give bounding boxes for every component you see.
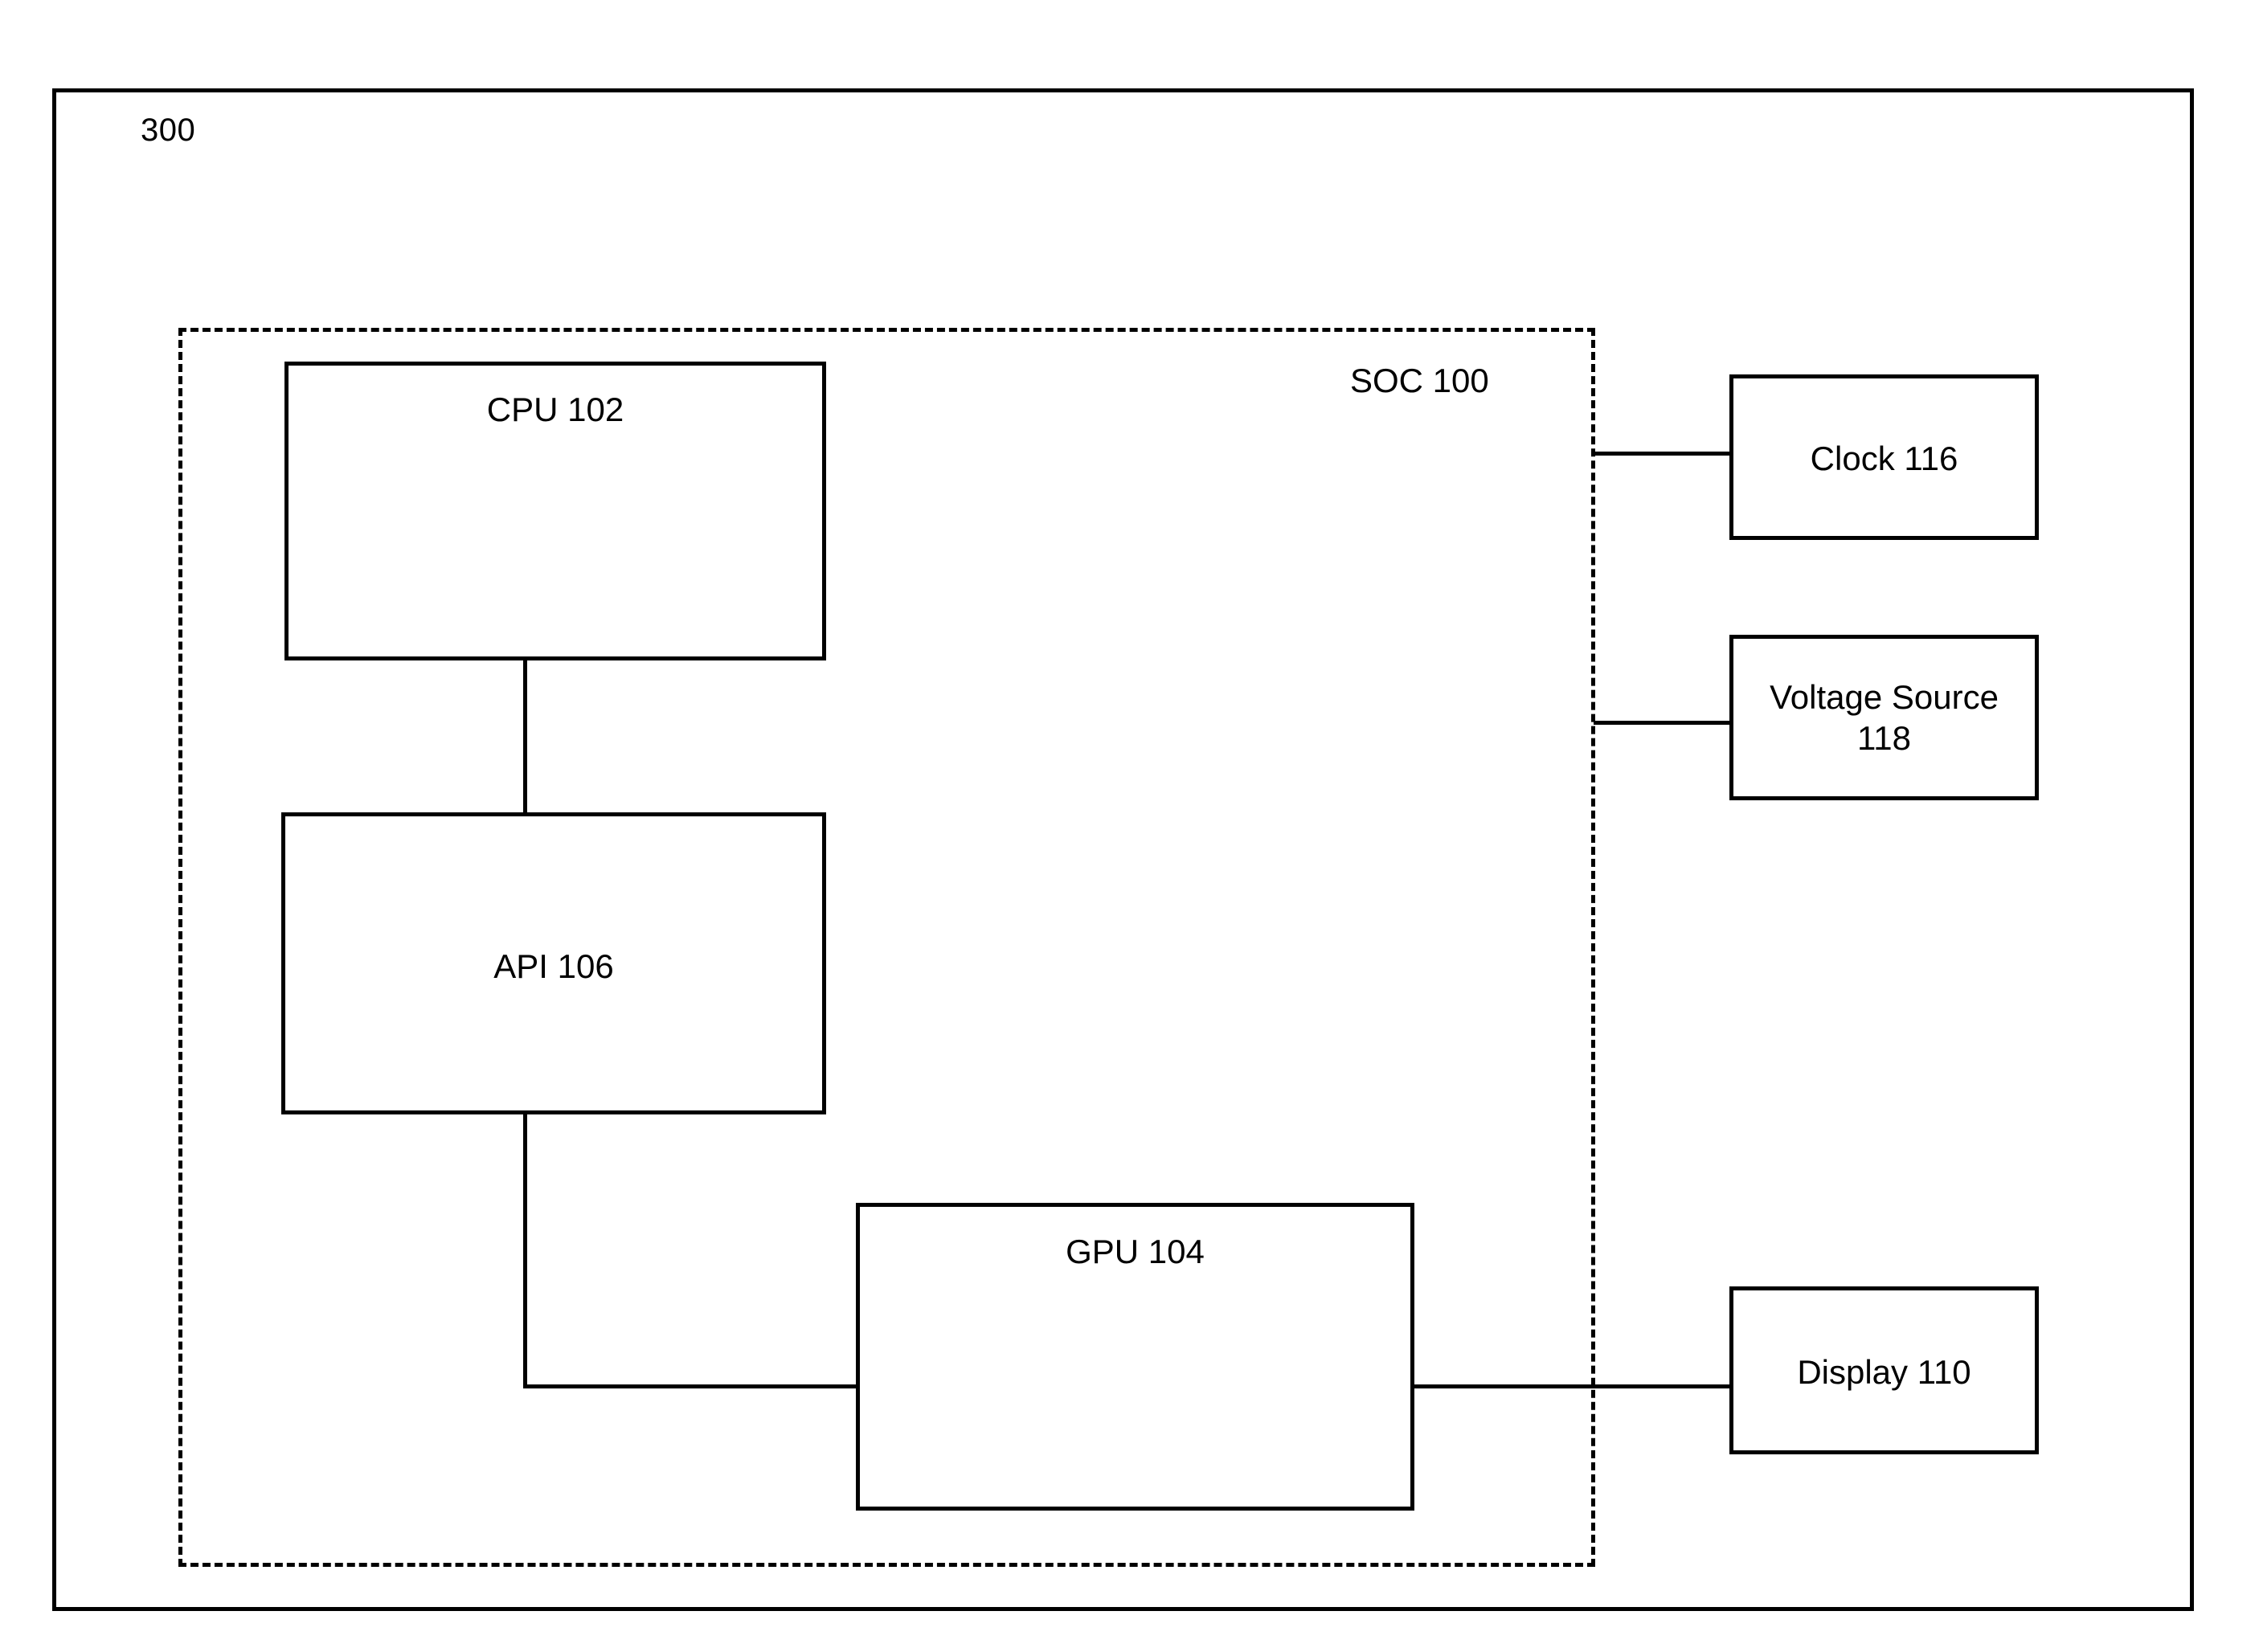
connector-api-to-gpu <box>523 1384 857 1388</box>
block-cpu-label: CPU 102 <box>486 391 624 428</box>
block-clock-label: Clock 116 <box>1810 440 1958 477</box>
block-gpu-label: GPU 104 <box>1066 1233 1205 1270</box>
soc-label: SOC 100 <box>1350 362 1489 399</box>
connector-gpu-to-display <box>1412 1384 1731 1388</box>
connector-soc-to-voltage-source <box>1594 721 1731 725</box>
block-voltage-source-label: Voltage Source 118 <box>1770 678 1999 758</box>
block-display-label: Display 110 <box>1797 1353 1971 1391</box>
figure-reference-numeral: 300 <box>141 112 196 148</box>
connector-soc-to-clock <box>1594 452 1731 456</box>
connector-cpu-to-api <box>523 660 527 812</box>
figure-canvas: 300 SOC 100 CPU 102 API 106 GPU 104 Cloc… <box>0 0 2259 1652</box>
block-api-label: API 106 <box>493 947 614 985</box>
connector-api-vertical-drop <box>523 1114 527 1388</box>
